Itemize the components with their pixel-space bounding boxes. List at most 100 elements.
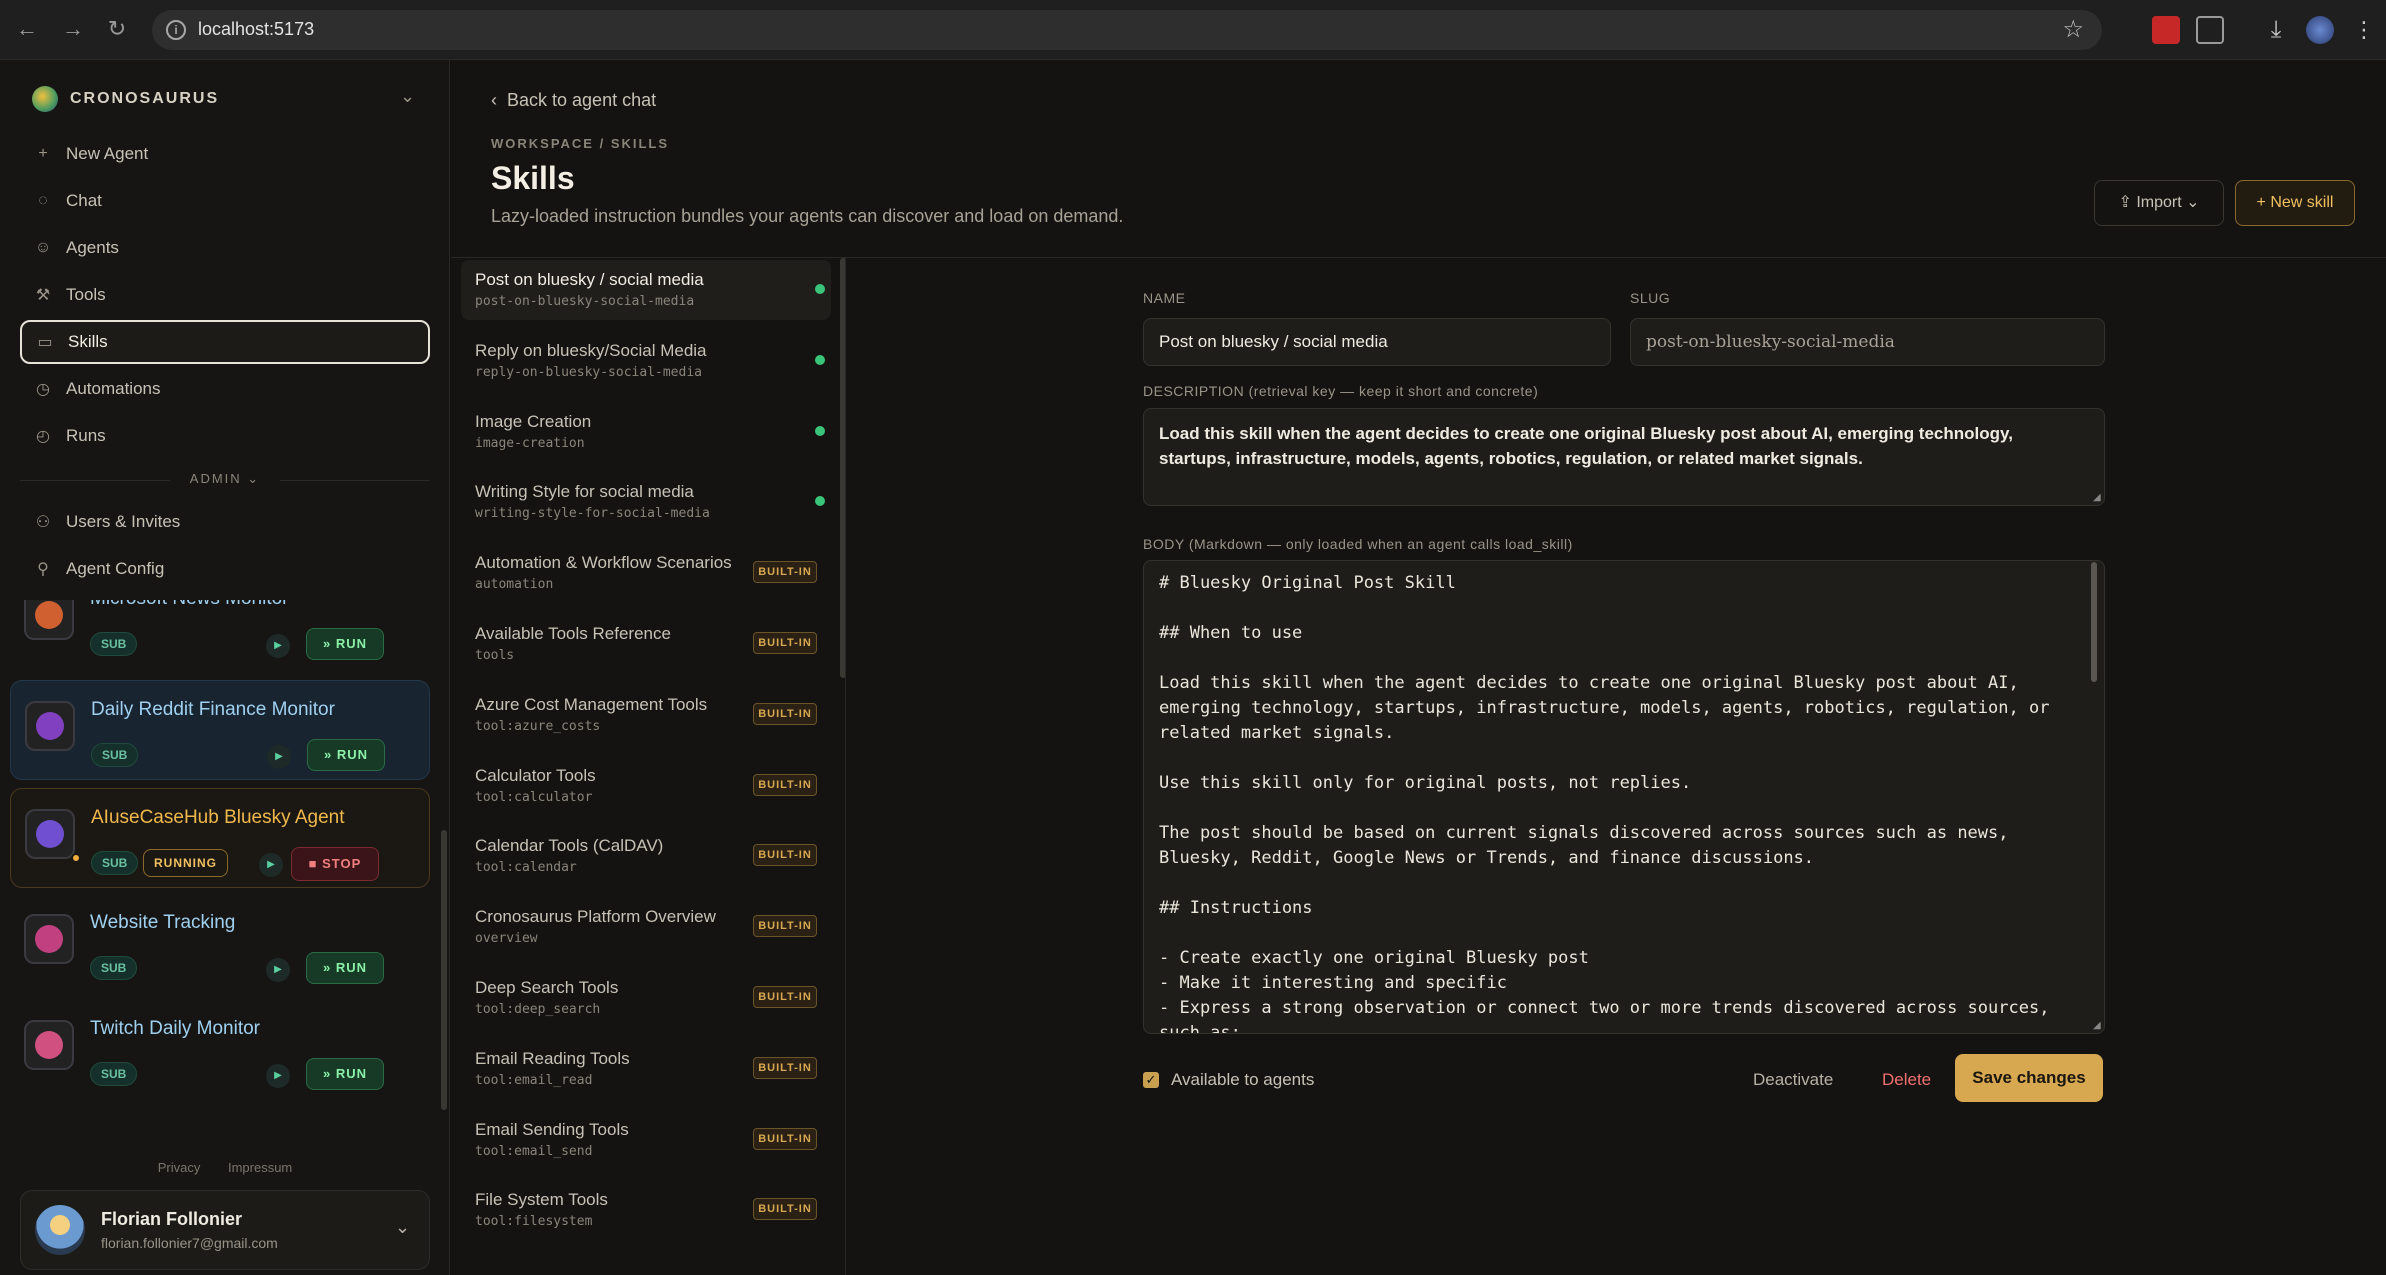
nav-chat[interactable]: ◌ Chat	[20, 179, 430, 223]
impressum-link[interactable]: Impressum	[228, 1160, 292, 1175]
builtin-badge: BUILT-IN	[753, 986, 817, 1008]
nav-new-agent[interactable]: + New Agent	[20, 132, 430, 176]
workspace-switcher[interactable]: CRONOSAURUS	[32, 84, 219, 114]
body-scrollbar[interactable]	[2091, 562, 2097, 682]
play-icon[interactable]: ▶	[266, 958, 290, 982]
agent-card[interactable]: Microsoft News Monitor SUB ▶ » RUN	[10, 600, 430, 670]
builtin-badge: BUILT-IN	[753, 915, 817, 938]
agent-card[interactable]: Daily Reddit Finance Monitor SUB ▶ » RUN	[10, 680, 430, 780]
builtin-badge: BUILT-IN	[753, 773, 817, 796]
skill-list-item[interactable]: Email Sending Tools tool:email_send BUILT-…	[461, 1110, 831, 1170]
user-menu[interactable]: Florian Follonier florian.follonier7@gma…	[20, 1190, 430, 1270]
description-field[interactable]: Load this skill when the agent decides t…	[1143, 408, 2105, 506]
run-button[interactable]: » RUN	[307, 739, 385, 771]
nav-agent-config[interactable]: ⚲ Agent Config	[20, 547, 430, 591]
privacy-link[interactable]: Privacy	[158, 1160, 201, 1175]
nav-runs[interactable]: ◴ Runs	[20, 414, 430, 458]
resize-handle-icon[interactable]: ◢	[2093, 492, 2101, 503]
nav-tools[interactable]: ⚒ Tools	[20, 273, 430, 317]
browser-menu-icon[interactable]: ⋮	[2350, 16, 2378, 44]
agent-avatar	[25, 809, 75, 859]
skill-list-item[interactable]: Image Creation image-creation	[461, 402, 831, 462]
chat-icon: ◌	[38, 192, 48, 209]
skill-list-item[interactable]: Automation & Workflow Scenarios automatio…	[461, 543, 831, 603]
checkbox-checked-icon[interactable]: ✓	[1143, 1072, 1159, 1088]
history-icon: ◴	[36, 428, 50, 445]
run-button[interactable]: » RUN	[306, 1058, 384, 1090]
nav-skills[interactable]: ▭ Skills	[20, 320, 430, 364]
nav-label: Agents	[66, 238, 119, 257]
sidebar-scrollbar[interactable]	[441, 830, 447, 1110]
downloads-icon[interactable]: ⤓	[2262, 16, 2290, 44]
site-info-icon[interactable]: i	[166, 20, 186, 40]
agent-name: Microsoft News Monitor	[90, 600, 289, 610]
gmail-extension-icon[interactable]	[2152, 16, 2180, 44]
resize-handle-icon[interactable]: ◢	[2093, 1020, 2101, 1031]
clock-icon: ◷	[36, 381, 50, 398]
agent-card[interactable]: Website Tracking SUB ▶ » RUN	[10, 894, 430, 994]
play-icon[interactable]: ▶	[266, 634, 290, 658]
agent-card[interactable]: AIuseCaseHub Bluesky Agent SUB RUNNING ▶…	[10, 788, 430, 888]
nav-agents[interactable]: ☺ Agents	[20, 226, 430, 270]
browser-back-icon[interactable]: ←	[14, 16, 40, 42]
new-skill-button[interactable]: + New skill	[2235, 180, 2355, 226]
profile-avatar-icon[interactable]	[2306, 16, 2334, 44]
skill-slug: tool:calculator	[475, 789, 593, 805]
nav-label: Users & Invites	[66, 512, 181, 531]
save-button[interactable]: Save changes	[1955, 1054, 2103, 1102]
skill-list-item[interactable]: Cronosaurus Platform Overview overview BUI…	[461, 897, 831, 957]
sub-badge: SUB	[90, 1062, 138, 1086]
skill-list-item[interactable]: Calendar Tools (CalDAV) tool:calendar BUIL…	[461, 826, 831, 886]
skill-list-item[interactable]: Post on bluesky / social media post-on-bl…	[461, 260, 831, 320]
name-field[interactable]: Post on bluesky / social media	[1143, 318, 1611, 366]
skill-slug: automation	[475, 577, 554, 593]
address-bar[interactable]: i localhost:5173 ☆	[152, 10, 2102, 50]
skill-list-item[interactable]: Calculator Tools tool:calculator BUILT-IN	[461, 756, 831, 816]
available-toggle[interactable]: ✓ Available to agents	[1143, 1070, 1314, 1090]
nav-automations[interactable]: ◷ Automations	[20, 367, 430, 411]
delete-button[interactable]: Delete	[1882, 1070, 1931, 1090]
active-status-dot	[815, 354, 825, 365]
skill-list-item[interactable]: Writing Style for social media writing-st…	[461, 472, 831, 532]
nav-users-invites[interactable]: ⚇ Users & Invites	[20, 500, 430, 544]
skill-list-item[interactable]: Deep Search Tools tool:deep_search BUILT-I…	[461, 968, 831, 1028]
skill-list-item[interactable]: Reply on bluesky/Social Media reply-on-bl…	[461, 331, 831, 391]
skill-list-item[interactable]: File System Tools tool:filesystem BUILT-IN	[461, 1180, 831, 1240]
admin-section-toggle[interactable]: ADMIN ⌄	[20, 471, 430, 491]
back-link[interactable]: ‹ Back to agent chat	[491, 90, 656, 111]
skill-name: Email Reading Tools	[475, 1048, 630, 1068]
browser-reload-icon[interactable]: ↻	[104, 16, 130, 42]
play-icon[interactable]: ▶	[259, 853, 283, 877]
sub-badge: SUB	[91, 743, 139, 767]
stop-button[interactable]: ■ STOP	[291, 847, 379, 881]
bookmark-star-icon[interactable]: ☆	[2062, 15, 2084, 44]
body-editor[interactable]: # Bluesky Original Post Skill ## When to…	[1143, 560, 2105, 1034]
play-icon[interactable]: ▶	[266, 1064, 290, 1088]
play-icon[interactable]: ▶	[267, 745, 291, 769]
slug-field[interactable]: post-on-bluesky-social-media	[1630, 318, 2105, 366]
config-icon: ⚲	[37, 561, 49, 578]
run-button[interactable]: » RUN	[306, 952, 384, 984]
run-button[interactable]: » RUN	[306, 628, 384, 660]
cronosaurus-logo	[32, 86, 58, 112]
import-button[interactable]: ⇪ Import ⌄	[2094, 180, 2224, 226]
chevron-down-icon[interactable]: ⌄	[400, 86, 415, 107]
skill-list-item[interactable]: Available Tools Reference tools BUILT-IN	[461, 614, 831, 674]
sub-badge: SUB	[90, 632, 138, 656]
skill-name: Image Creation	[475, 411, 592, 431]
nav-label: Runs	[66, 426, 106, 445]
skill-slug: reply-on-bluesky-social-media	[475, 364, 702, 380]
builtin-badge: BUILT-IN	[753, 702, 817, 725]
browser-forward-icon[interactable]: →	[60, 16, 86, 42]
skill-list-scrollbar[interactable]	[840, 258, 845, 678]
agent-card[interactable]: Twitch Daily Monitor SUB ▶ » RUN	[10, 1000, 430, 1100]
extensions-puzzle-icon[interactable]	[2196, 16, 2224, 44]
running-indicator	[71, 853, 81, 863]
deactivate-button[interactable]: Deactivate	[1753, 1070, 1833, 1090]
skill-list-item[interactable]: Azure Cost Management Tools tool:azure_co…	[461, 685, 831, 745]
sidebar: CRONOSAURUS ⌄ + New Agent ◌ Chat ☺ Agents ⚒…	[0, 60, 450, 1275]
skill-list-item[interactable]: Email Reading Tools tool:email_read BUILT-…	[461, 1039, 831, 1099]
admin-nav: ⚇ Users & Invites ⚲ Agent Config	[20, 500, 430, 594]
skill-slug: overview	[475, 931, 538, 947]
agent-name: Twitch Daily Monitor	[90, 1018, 260, 1039]
